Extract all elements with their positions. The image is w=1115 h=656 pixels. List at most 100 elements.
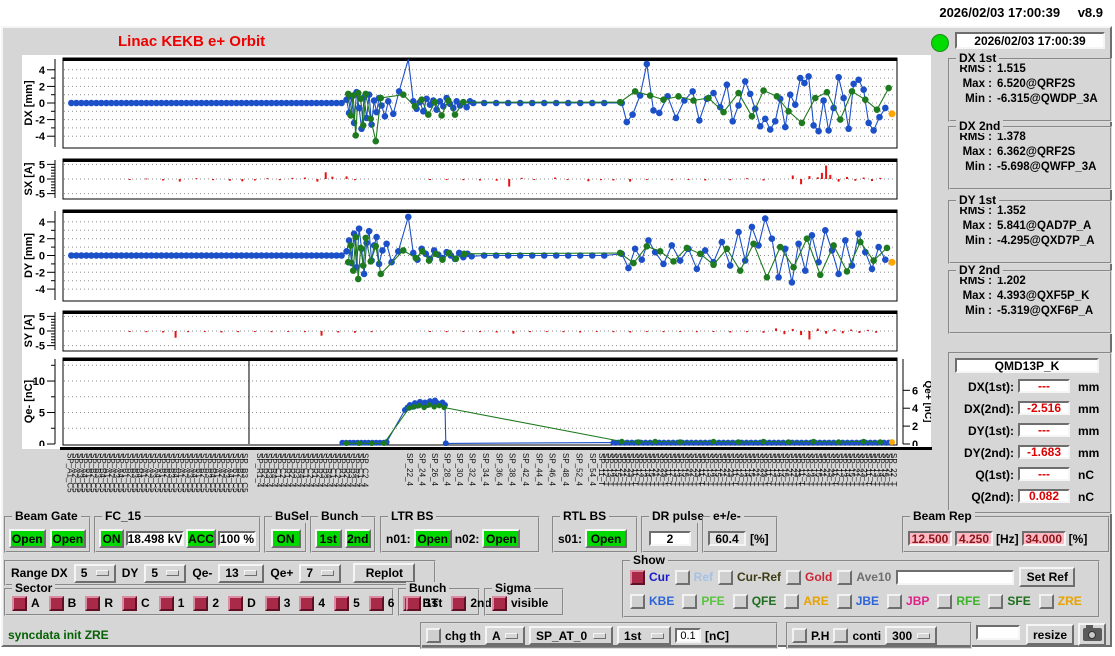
replot-button[interactable]: Replot [353,563,416,583]
show-checkbox-pfe-label: PFE [701,594,725,608]
sector-checkbox-b[interactable]: B [48,595,76,611]
beam-rep-hz-label: [Hz] [996,531,1019,546]
th-sector-value: A [492,628,501,643]
dy-plot: 4 2 0 -2 -4DY [mm] [23,209,898,302]
show-checkbox-are[interactable]: ARE [784,593,829,609]
sector-checkbox-1[interactable]: 1 [158,595,184,611]
show-checkbox-qfe[interactable]: QFE [732,593,776,609]
resize-button[interactable]: resize [1026,624,1074,645]
show-checkbox-pfe[interactable]: PFE [682,593,725,609]
ltr-n02-open-button[interactable]: Open [482,529,521,548]
bpm-label: SP_54_4 [587,453,597,486]
camera-icon [1082,625,1102,641]
stat-value: 1.515 [997,63,1026,75]
threshold-entry[interactable]: 0.1 [675,628,701,643]
svg-text:SX [A]: SX [A] [23,162,35,195]
show-checkbox-cur-ref[interactable]: Cur-Ref [718,569,781,585]
sp-select-option[interactable]: SP_AT_0 [529,626,613,645]
svg-text:0: 0 [39,98,45,110]
monitor-value-field: -1.683 [1018,445,1070,459]
show-checkbox-qfe-indicator [732,593,748,609]
monitor-name-field[interactable]: QMD13P_K [955,358,1099,373]
svg-text:2: 2 [39,81,45,93]
show-checkbox-jbe[interactable]: JBE [836,593,879,609]
monitor-unit-label: mm [1078,424,1100,438]
sigma-checkbox-visible-label: visible [511,596,549,610]
range-dy-option[interactable]: 5 [144,563,187,583]
bunch-select-option[interactable]: 1st [617,626,671,645]
stat-group-dy-2nd: DY 2nd RMS :1.202 Max :4.393@QXF5P_K Min :-… [948,264,1112,334]
svg-text:0: 0 [39,439,45,446]
conti-checkbox[interactable] [833,628,849,643]
beam-rep-value-3: 34.000 [1021,531,1066,546]
show-checkbox-cur-ref-indicator [718,569,734,585]
show-checkbox-ave10-indicator [837,569,853,585]
fc15-on-button[interactable]: ON [99,529,124,548]
show-checkbox-gold[interactable]: Gold [786,569,833,585]
ltr-n01-open-button[interactable]: Open [413,529,452,548]
show-checkbox-kbe[interactable]: KBE [630,593,675,609]
show-checkbox-zre-indicator [1038,593,1054,609]
monitor-value-field: --- [1018,423,1070,437]
sector-checkbox-6[interactable]: 6 [368,595,394,611]
set-ref-button[interactable]: Set Ref [1019,567,1076,587]
ph-checkbox[interactable] [792,628,807,643]
sector-checkbox-r[interactable]: R [85,595,113,611]
eratio-group: e+/e- 60.4 [%] [702,510,778,553]
show-checkbox-kbe-label: KBE [649,594,675,608]
range-qem-option[interactable]: 13 [218,563,265,583]
range-dx-option[interactable]: 5 [73,563,116,583]
svg-text:5: 5 [39,408,45,420]
svg-text:-2: -2 [35,267,45,279]
show-checkbox-cur-indicator [630,569,645,585]
monitor-row-label: DX(1st): [967,380,1014,394]
beam-gate-open-1-button[interactable]: Open [9,529,46,548]
show-checkbox-jbp[interactable]: JBP [887,593,929,609]
chg-th-checkbox[interactable] [426,628,441,643]
sector-checkbox-d[interactable]: D [228,595,256,611]
plot-option-group: P.H conti 300 [786,622,972,649]
ref-name-entry[interactable] [896,569,1015,585]
bpm-label: SP_42_4 [521,453,531,486]
dr-pulse-field[interactable]: 2 [649,531,691,546]
busel-title: BuSel [272,510,313,523]
sector-checkbox-4[interactable]: 4 [299,595,325,611]
rtl-s01-open-button[interactable]: Open [585,529,628,548]
range-qep-value: 7 [306,566,314,580]
extra-entry[interactable] [976,625,1020,640]
show-checkbox-ave10[interactable]: Ave10 [837,569,891,585]
range-qep-option[interactable]: 7 [299,563,342,583]
bunch-1st-button[interactable]: 1st [315,529,342,548]
show-checkbox-zre[interactable]: ZRE [1038,593,1082,609]
bpm-label: SP_34_4 [481,453,490,486]
th-sector-option[interactable]: A [485,626,525,645]
sector-checkbox-c[interactable]: C [122,595,150,611]
points-option[interactable]: 300 [885,626,938,645]
sector-checkbox-a[interactable]: A [12,595,40,611]
threshold-unit-label: [nC] [705,628,729,643]
bunch-select-title: Bunch [406,582,450,595]
sector-checkbox-3[interactable]: 3 [264,595,290,611]
monitor-unit-label: mm [1078,402,1100,416]
fc15-acc-button[interactable]: ACC [185,529,216,548]
show-checkbox-sfe[interactable]: SFE [988,593,1031,609]
stat-value: 6.362@QRF2S [997,146,1076,158]
sector-checkbox-5[interactable]: 5 [334,595,360,611]
sector-checkbox-2[interactable]: 2 [193,595,219,611]
beam-gate-open-2-button[interactable]: Open [49,529,86,548]
show-checkbox-ref[interactable]: Ref [674,569,713,585]
busel-on-button[interactable]: ON [270,529,301,548]
camera-button[interactable] [1078,623,1106,646]
monitor-unit-label: mm [1078,380,1100,394]
monitor-unit-label: nC [1078,490,1094,504]
stat-label: Min : [965,93,992,105]
show-checkbox-gold-label: Gold [805,570,833,584]
bunch-checkbox-1st[interactable]: 1st [406,595,442,611]
show-checkbox-rfe[interactable]: RFE [937,593,980,609]
sigma-checkbox-visible[interactable]: visible [492,595,549,611]
sector-checkbox-a-indicator [12,595,27,611]
bunch-2nd-button[interactable]: 2nd [344,529,371,548]
show-checkbox-cur[interactable]: Cur [630,569,670,585]
range-dy-label: DY [121,566,139,580]
stat-row: Min : -5.698@QWFP_3A [956,161,1110,173]
